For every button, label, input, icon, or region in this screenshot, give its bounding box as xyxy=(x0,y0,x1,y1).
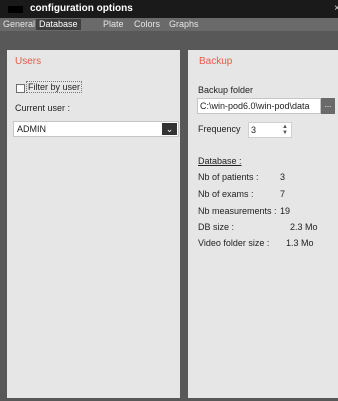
frequency-stepper[interactable]: 3 ▲ ▼ xyxy=(248,122,292,138)
filter-by-user-checkbox[interactable] xyxy=(16,84,25,93)
tab-bar: General Database Plate Colors Graphs xyxy=(0,18,338,31)
stat-measurements-label: Nb measurements : xyxy=(198,206,277,216)
stat-patients-value: 3 xyxy=(280,172,286,182)
tab-plate[interactable]: Plate xyxy=(100,19,127,30)
stat-video-size-label: Video folder size : xyxy=(198,238,270,248)
stat-video-size-value: 1.3 Mo xyxy=(286,238,314,248)
stat-db-size-label: DB size : xyxy=(198,222,235,232)
frequency-label: Frequency xyxy=(198,124,241,134)
stat-exams-label: Nb of exams : xyxy=(198,189,254,199)
stat-db-size-value: 2.3 Mo xyxy=(290,222,318,232)
backup-panel: Backup Backup folder C:\win-pod6.0\win-p… xyxy=(188,50,338,398)
title-bar: configuration options × xyxy=(0,0,338,18)
filter-by-user-label[interactable]: Filter by user xyxy=(26,81,83,93)
current-user-value: ADMIN xyxy=(17,124,46,134)
close-icon[interactable]: × xyxy=(334,3,338,14)
frequency-value: 3 xyxy=(251,125,257,135)
tab-colors[interactable]: Colors xyxy=(131,19,163,30)
users-title: Users xyxy=(15,56,42,67)
tab-general[interactable]: General xyxy=(0,19,38,30)
stat-exams-value: 7 xyxy=(280,189,286,199)
database-heading: Database : xyxy=(198,156,242,166)
current-user-label: Current user : xyxy=(15,103,71,113)
users-panel: Users Filter by user Current user : ADMI… xyxy=(7,50,180,398)
app-icon xyxy=(8,6,23,13)
chevron-down-icon[interactable]: ⌄ xyxy=(162,123,177,135)
backup-title: Backup xyxy=(199,56,233,67)
backup-folder-label: Backup folder xyxy=(198,85,254,95)
backup-folder-field[interactable]: C:\win-pod6.0\win-pod\data xyxy=(197,98,321,114)
browse-folder-button[interactable]: ... xyxy=(321,98,335,114)
spinner-arrows-icon[interactable]: ▲ ▼ xyxy=(282,124,288,136)
tab-graphs[interactable]: Graphs xyxy=(166,19,202,30)
stat-measurements-value: 19 xyxy=(280,206,291,216)
current-user-select[interactable]: ADMIN ⌄ xyxy=(13,121,179,137)
tab-database[interactable]: Database xyxy=(36,19,81,30)
stat-patients-label: Nb of patients : xyxy=(198,172,259,182)
window-title: configuration options xyxy=(30,3,133,14)
backup-folder-value: C:\win-pod6.0\win-pod\data xyxy=(200,101,310,111)
